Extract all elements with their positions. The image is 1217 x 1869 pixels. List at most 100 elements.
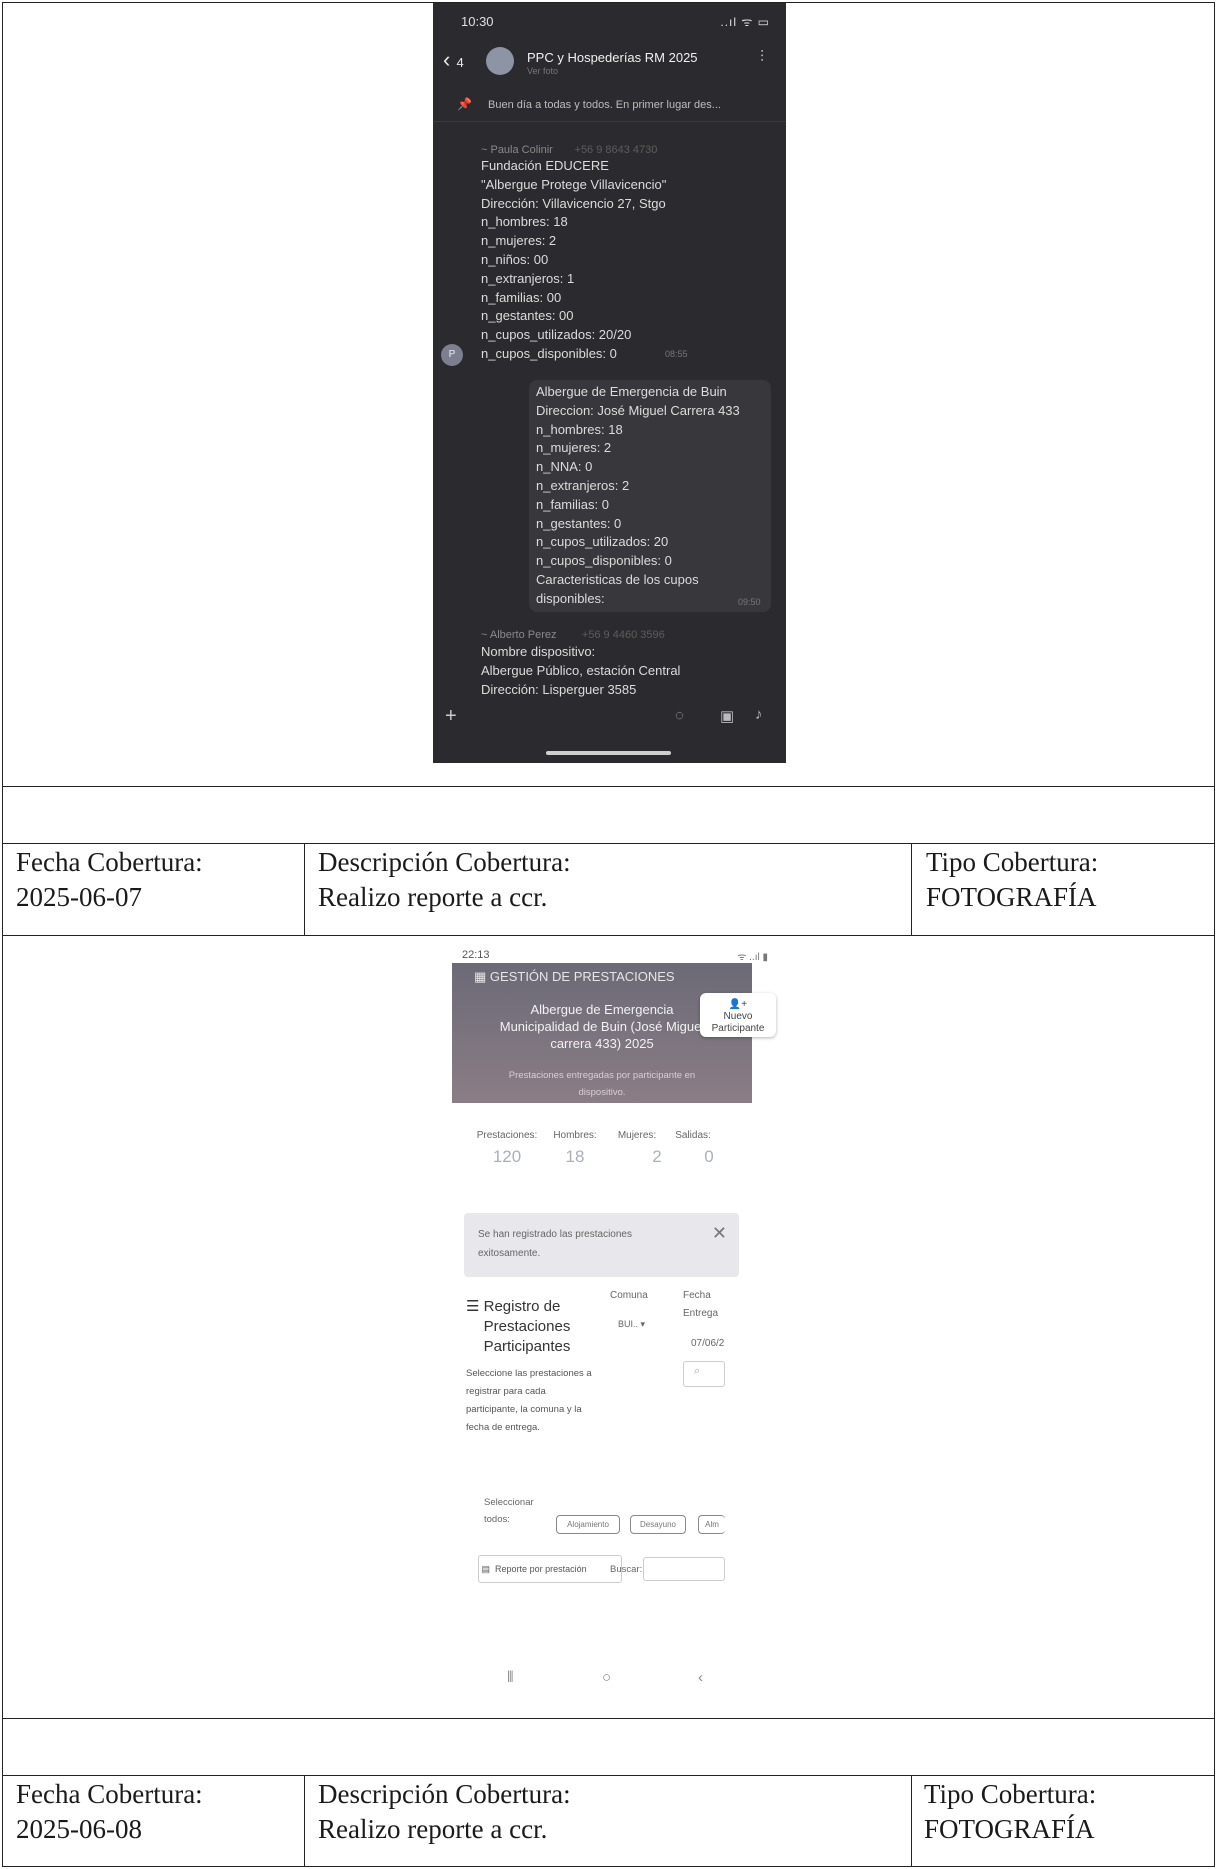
pin-icon: 📌 [457,97,472,111]
descripcion-value: Realizo reporte a ccr. [318,1814,548,1844]
descripcion-label: Descripción Cobertura: [318,1779,571,1809]
unread-count: 4 [456,55,464,70]
message-line: n_mujeres: 2 [536,440,612,456]
back-icon[interactable]: ‹ [698,1669,703,1686]
app-screenshot: 22:13 ᯤ ..ıl ▮ ▦ GESTIÓN DE PRESTACIONES… [452,945,782,1695]
section-title: ☰ Registro de Prestaciones Participantes [466,1298,571,1355]
message-line: disponibles: [536,590,605,606]
message-line: Dirección: Lisperguer 3585 [481,681,637,697]
message-line: n_cupos_disponibles: 0 [481,345,617,361]
descripcion-cobertura-cell: Descripción Cobertura: Realizo reporte a… [318,1777,571,1847]
message-line: n_cupos_disponibles: 0 [536,553,672,569]
message-line: n_familias: 00 [481,289,562,305]
chat-subtitle: Ver foto [527,66,559,76]
tipo-value: FOTOGRAFÍA [926,882,1097,912]
descripcion-value: Realizo reporte a ccr. [318,882,548,912]
stat-label: Salidas: [675,1130,711,1141]
sender-avatar: P [441,344,463,366]
chip-alojamiento[interactable]: Alojamiento [556,1515,620,1534]
row-divider [2,843,1215,844]
fecha-cobertura-cell: Fecha Cobertura: 2025-06-07 [16,845,203,915]
pinned-message[interactable]: 📌 Buen día a todas y todos. En primer lu… [433,91,786,122]
fecha-cobertura-cell: Fecha Cobertura: 2025-06-08 [16,1777,203,1847]
stat-value: 0 [704,1147,714,1166]
app-header: ▦ GESTIÓN DE PRESTACIONES [474,969,675,984]
message-line: n_familias: 0 [536,496,609,512]
fecha-label: Fecha Cobertura: [16,1779,203,1809]
stat-value: 18 [565,1147,585,1166]
fecha-value: 2025-06-08 [16,1814,142,1844]
home-icon[interactable]: ○ [602,1669,611,1686]
chat-title[interactable]: PPC y Hospederías RM 2025 [527,50,698,65]
section-description: Seleccione las prestaciones a registrar … [466,1368,592,1433]
add-user-icon: 👤+ [728,999,748,1010]
table-border-bottom [2,1866,1215,1867]
message-line: Albergue Público, estación Central [481,662,681,678]
sticker-icon[interactable]: ◌ [675,707,684,724]
search-button[interactable]: ⌕ [683,1361,725,1387]
fecha-entrega-label: Fecha Entrega [683,1290,719,1319]
message-line: Nombre dispositivo: [481,644,596,659]
message-body: Nombre dispositivo: Albergue Público, est… [481,643,680,699]
message-line: n_cupos_utilizados: 20 [536,534,669,550]
message-line: n_extranjeros: 2 [536,477,630,493]
row-divider [2,1775,1215,1776]
document-icon: ▤ [481,1564,491,1574]
search-icon: ⌕ [694,1365,701,1377]
chip-almuerzo[interactable]: Alm [698,1515,725,1534]
chevron-left-icon: ‹ [443,47,451,72]
chip-desayuno[interactable]: Desayuno [630,1515,686,1534]
recent-apps-icon[interactable]: ⦀ [507,1669,514,1686]
column-divider [911,1775,912,1867]
message-line: Dirección: Villavicencio 27, Stgo [481,195,666,211]
message-time: 08:55 [665,349,688,359]
plus-icon[interactable]: + [445,705,457,728]
descripcion-cobertura-cell: Descripción Cobertura: Realizo reporte a… [318,845,571,915]
report-button[interactable]: ▤ Reporte por prestación [478,1555,622,1583]
search-label: Buscar: [610,1564,643,1575]
message-line: n_mujeres: 2 [481,233,557,249]
success-alert: Se han registrado las prestaciones exito… [464,1213,739,1277]
message-body: Albergue de Emergencia de Buin Direccion:… [536,383,740,609]
tipo-value: FOTOGRAFÍA [924,1814,1095,1844]
back-button[interactable]: ‹ 4 [443,47,464,73]
camera-icon[interactable]: ▣ [720,707,734,725]
list-icon: ☰ [466,1298,480,1315]
message-line: Fundación EDUCERE [481,158,609,173]
comuna-select[interactable]: BUI.. ▾ [618,1315,645,1333]
message-line: n_hombres: 18 [481,214,568,230]
stat-label: Hombres: [553,1130,597,1141]
message-line: Albergue de Emergencia de Buin [536,384,727,399]
chevron-down-icon: ▾ [640,1319,646,1329]
tipo-label: Tipo Cobertura: [924,1779,1097,1809]
stat-value: 120 [492,1147,522,1166]
group-avatar[interactable] [486,47,514,75]
chat-header: ‹ 4 PPC y Hospederías RM 2025 Ver foto ⫶ [433,41,786,87]
message-line: n_hombres: 18 [536,421,623,437]
microphone-icon[interactable]: ♪ [755,706,763,723]
search-input[interactable] [643,1557,725,1581]
column-divider [911,843,912,935]
stat-label: Prestaciones: [476,1130,538,1141]
message-line: Caracteristicas de los cupos [536,571,699,587]
message-sender: ~ Alberto Perez +56 9 4460 3596 [481,629,665,641]
message-line: n_niños: 00 [481,251,549,267]
message-line: Direccion: José Miguel Carrera 433 [536,402,740,418]
message-input-bar[interactable]: + ◌ ▣ ♪ [433,703,786,735]
column-divider [304,843,305,935]
new-participant-button[interactable]: 👤+ Nuevo Participante [700,993,776,1037]
status-icons: ..ıl ᯤ ▭ [720,15,770,29]
comuna-label: Comuna [610,1290,648,1301]
fecha-label: Fecha Cobertura: [16,847,203,877]
status-icons: ᯤ ..ıl ▮ [737,952,768,963]
message-body: Fundación EDUCERE "Albergue Protege Villa… [481,157,666,364]
alert-text: Se han registrado las prestaciones exito… [478,1229,632,1259]
page-subtitle: Prestaciones entregadas por participante… [508,1070,696,1098]
fecha-entrega-input[interactable]: 07/06/2 [691,1335,724,1353]
message-line: n_NNA: 0 [536,459,593,475]
close-icon[interactable]: ✕ [712,1223,727,1244]
descripcion-label: Descripción Cobertura: [318,847,571,877]
message-time: 09:50 [738,597,761,607]
audio-wave-icon[interactable]: ⫶ [760,49,764,67]
tipo-label: Tipo Cobertura: [926,847,1099,877]
